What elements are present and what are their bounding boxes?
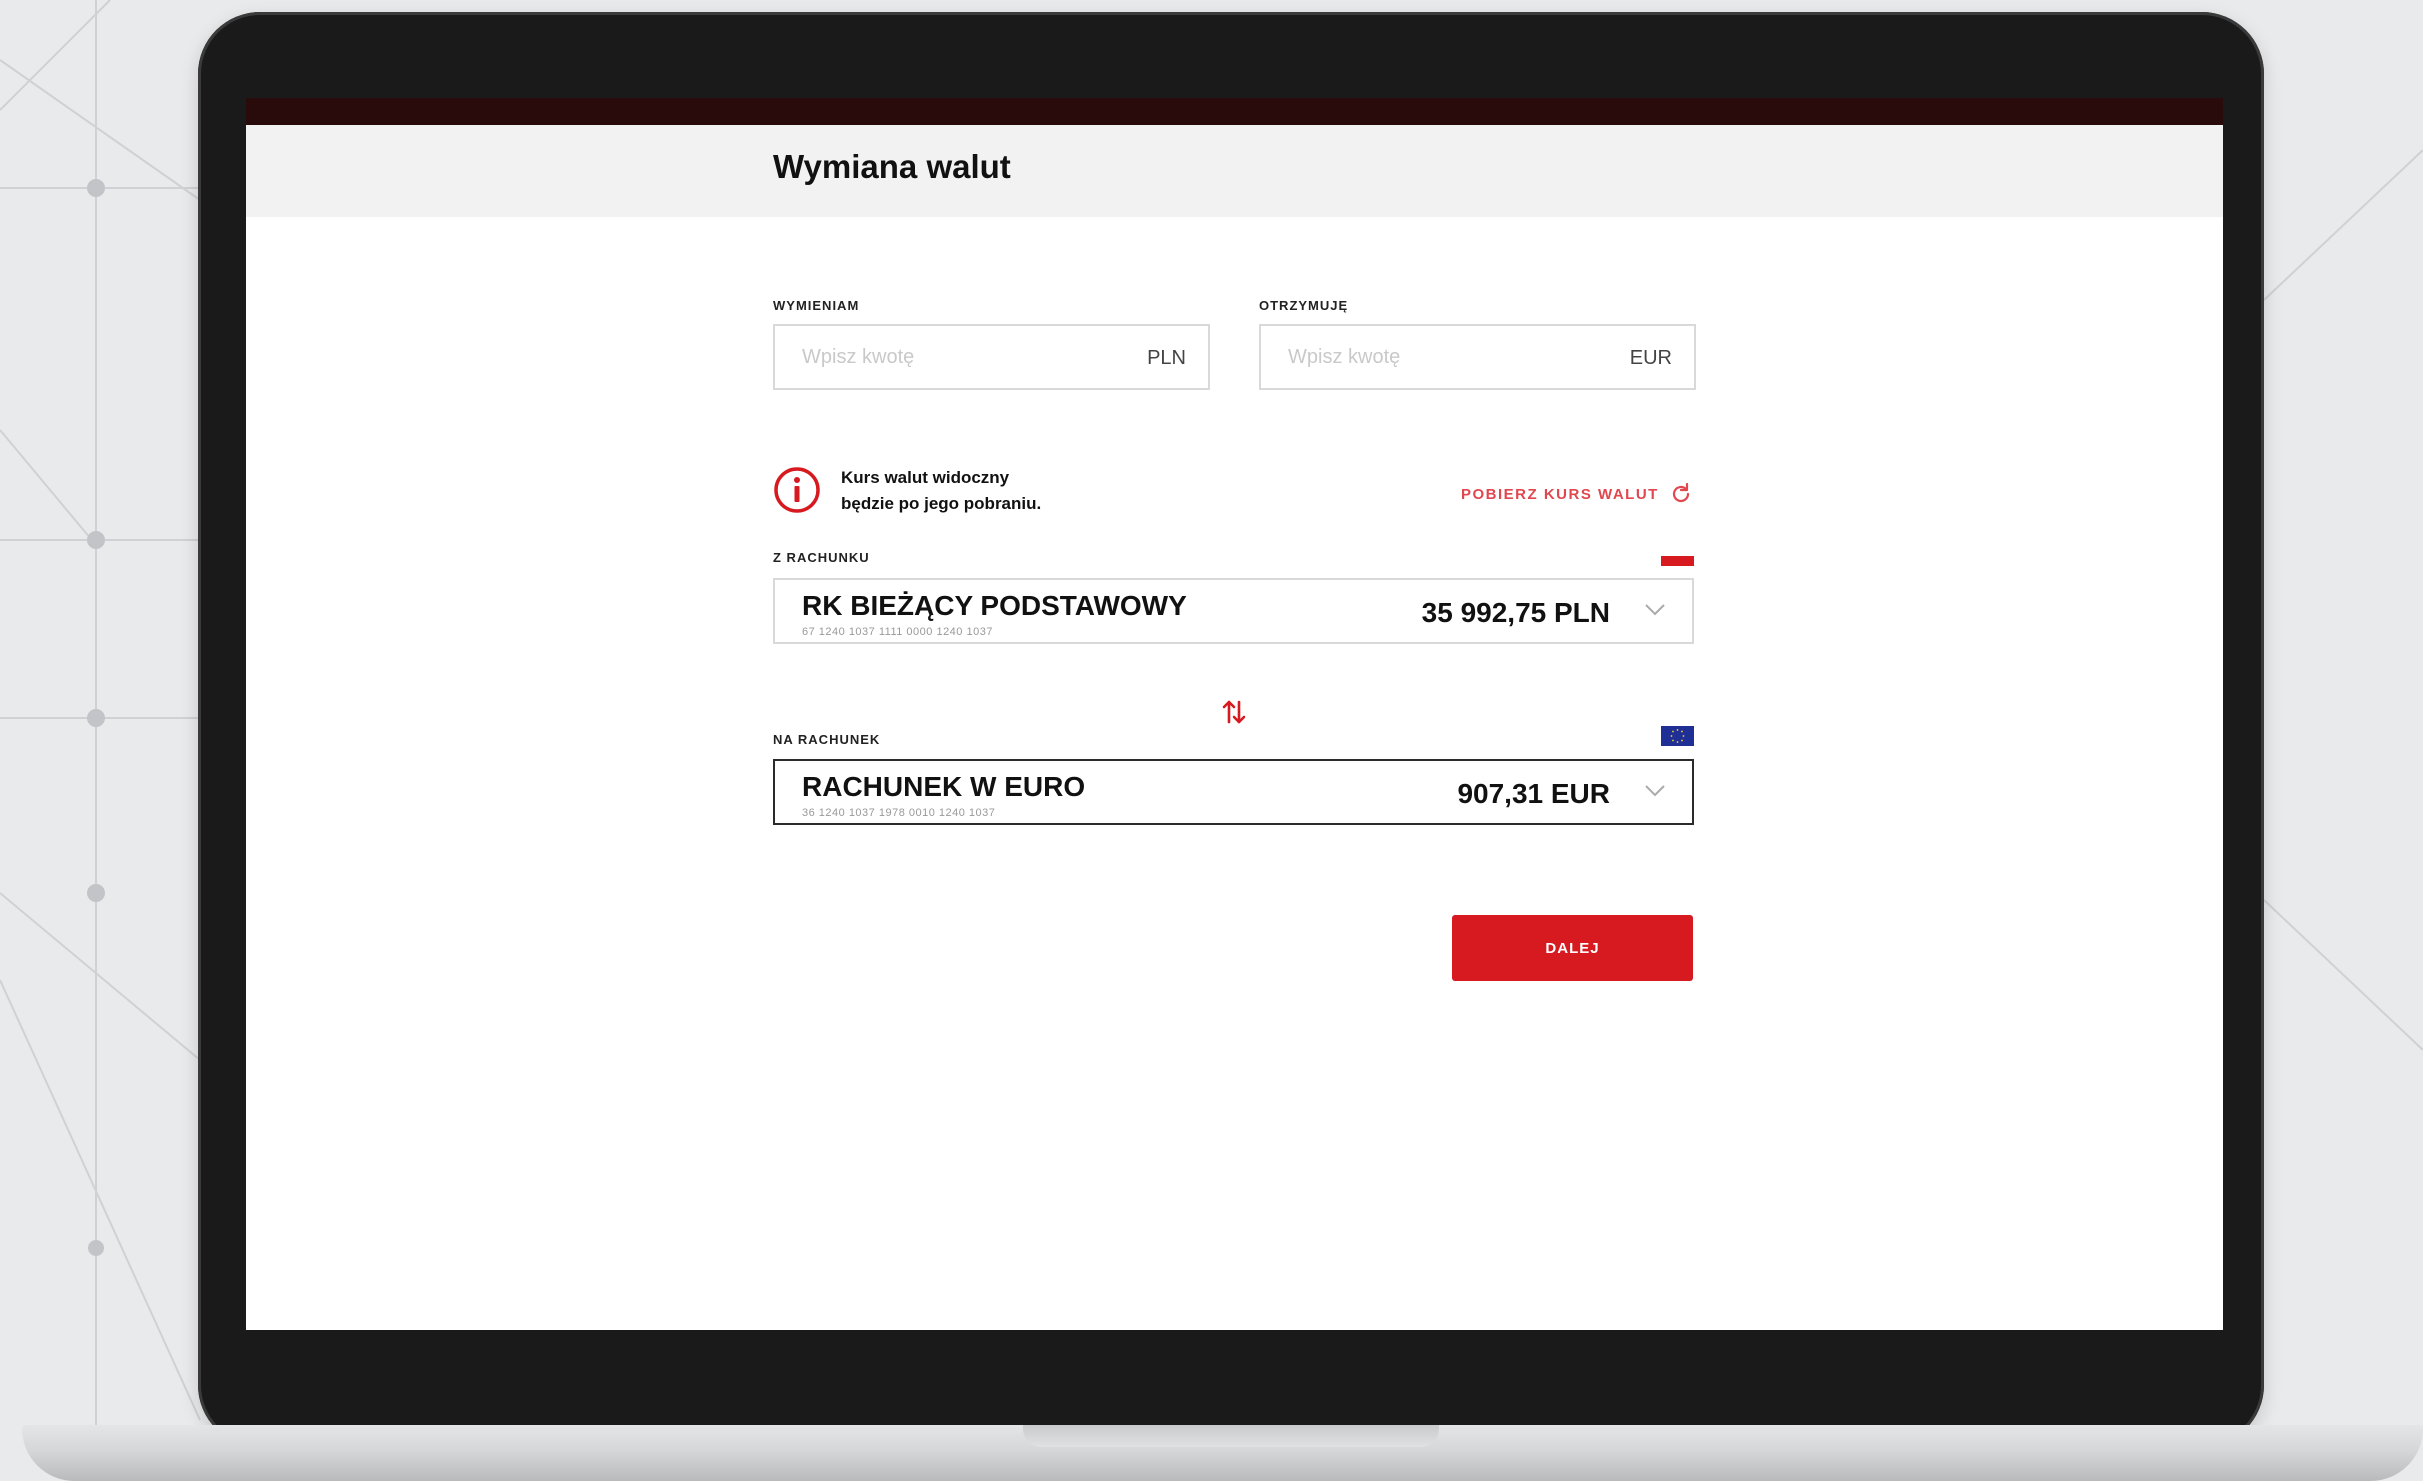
- to-account-balance: 907,31 EUR: [1457, 778, 1610, 809]
- swap-arrows-icon[interactable]: [1222, 699, 1246, 725]
- chevron-down-icon: [1645, 785, 1665, 797]
- exchange-to-field[interactable]: EUR: [1259, 324, 1696, 390]
- laptop-notch: [1023, 1425, 1439, 1447]
- to-account-name: RACHUNEK W EURO: [802, 771, 1086, 802]
- from-account-number: 67 1240 1037 1111 0000 1240 1037: [802, 626, 993, 638]
- from-account-balance: 35 992,75 PLN: [1421, 597, 1610, 628]
- exchange-to-label: OTRZYMUJĘ: [1259, 298, 1349, 313]
- page-title: Wymiana walut: [773, 148, 1011, 185]
- from-account-name: RK BIEŻĄCY PODSTAWOWY: [802, 590, 1187, 621]
- app-screen: Wymiana walut WYMIENIAM PLN OTRZYMUJĘ EU…: [246, 98, 2223, 1330]
- info-circle-icon: [774, 467, 820, 513]
- to-account-select[interactable]: RACHUNEK W EURO 36 1240 1037 1978 0010 1…: [773, 759, 1694, 825]
- poland-flag-icon: [1661, 546, 1694, 566]
- rate-info-line-2: będzie po jego pobraniu.: [841, 494, 1042, 513]
- top-bar: [246, 98, 2223, 125]
- fetch-rate-link[interactable]: POBIERZ KURS WALUT: [1461, 482, 1693, 506]
- refresh-icon: [1672, 482, 1689, 503]
- fetch-rate-label: POBIERZ KURS WALUT: [1461, 485, 1659, 503]
- exchange-from-label: WYMIENIAM: [773, 298, 860, 313]
- exchange-to-currency: EUR: [1629, 347, 1672, 369]
- eu-flag-icon: [1661, 726, 1694, 746]
- page-header: Wymiana walut: [246, 125, 2223, 217]
- rate-info-text: Kurs walut widoczny będzie po jego pobra…: [841, 465, 1041, 517]
- from-account-select[interactable]: RK BIEŻĄCY PODSTAWOWY 67 1240 1037 1111 …: [773, 578, 1694, 644]
- next-button[interactable]: DALEJ: [1452, 915, 1693, 981]
- to-account-number: 36 1240 1037 1978 0010 1240 1037: [802, 807, 996, 819]
- to-account-label: NA RACHUNEK: [773, 732, 881, 747]
- rate-info-line-1: Kurs walut widoczny: [841, 468, 1010, 487]
- exchange-from-currency: PLN: [1147, 347, 1186, 369]
- exchange-from-input[interactable]: [775, 326, 1208, 388]
- from-account-label: Z RACHUNKU: [773, 550, 870, 565]
- chevron-down-icon: [1645, 604, 1665, 616]
- exchange-from-field[interactable]: PLN: [773, 324, 1210, 390]
